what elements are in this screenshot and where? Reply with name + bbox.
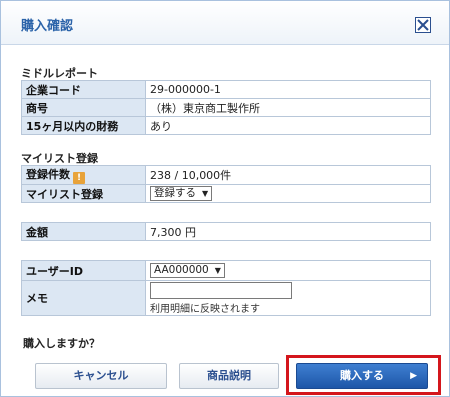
registered-count-value: 238 / 10,000件: [145, 165, 431, 185]
report-section-title: ミドルレポート: [21, 67, 98, 80]
financials-label: 15ヶ月以内の財務: [21, 116, 146, 135]
user-table: ユーザーID AA000000 ▼ メモ 利用明細に反映されます: [21, 260, 431, 316]
mylist-section-title: マイリスト登録: [21, 152, 98, 165]
purchase-question: 購入しますか？: [23, 337, 100, 350]
table-row: ユーザーID AA000000 ▼: [21, 260, 431, 281]
chevron-down-icon: ▼: [202, 189, 209, 198]
report-table: 企業コード 29-000000-1 商号 （株）東京商工製作所 15ヶ月以内の財…: [21, 80, 431, 135]
table-row: 15ヶ月以内の財務 あり: [21, 116, 431, 135]
cancel-button[interactable]: キャンセル: [35, 363, 167, 389]
mylist-register-selected: 登録する: [154, 187, 196, 199]
product-description-button[interactable]: 商品説明: [179, 363, 279, 389]
dialog-title: 購入確認: [21, 19, 74, 34]
memo-note: 利用明細に反映されます: [150, 304, 260, 315]
table-row: メモ 利用明細に反映されます: [21, 280, 431, 316]
chevron-right-icon: ▶: [410, 371, 417, 381]
mylist-register-select[interactable]: 登録する ▼: [150, 186, 213, 201]
memo-input[interactable]: [150, 282, 292, 299]
company-code-label: 企業コード: [21, 80, 146, 99]
user-id-select[interactable]: AA000000 ▼: [150, 263, 225, 278]
registered-count-label-text: 登録件数: [26, 168, 70, 181]
purchase-button[interactable]: 購入する ▶: [296, 363, 428, 389]
purchase-button-label: 購入する: [340, 369, 384, 382]
user-id-label: ユーザーID: [21, 260, 146, 281]
table-row: 商号 （株）東京商工製作所: [21, 98, 431, 117]
financials-value: あり: [145, 116, 431, 135]
amount-value: 7,300 円: [145, 222, 431, 241]
chevron-down-icon: ▼: [214, 266, 221, 275]
dialog-titlebar: 購入確認: [1, 1, 449, 45]
trade-name-label: 商号: [21, 98, 146, 117]
amount-table: 金額 7,300 円: [21, 222, 431, 241]
table-row: 金額 7,300 円: [21, 222, 431, 241]
mylist-register-cell: 登録する ▼: [145, 184, 431, 203]
amount-label: 金額: [21, 222, 146, 241]
memo-cell: 利用明細に反映されます: [145, 280, 431, 316]
mylist-register-label: マイリスト登録: [21, 184, 146, 203]
table-row: マイリスト登録 登録する ▼: [21, 184, 431, 203]
close-icon[interactable]: [415, 17, 431, 33]
company-code-value: 29-000000-1: [145, 80, 431, 99]
user-id-selected: AA000000: [154, 264, 209, 276]
registered-count-label: 登録件数!: [21, 165, 146, 185]
warning-icon[interactable]: !: [73, 172, 85, 184]
purchase-confirm-dialog: 購入確認 ミドルレポート 企業コード 29-000000-1 商号 （株）東京商…: [0, 0, 450, 397]
user-id-cell: AA000000 ▼: [145, 260, 431, 281]
memo-label: メモ: [21, 280, 146, 316]
trade-name-value: （株）東京商工製作所: [145, 98, 431, 117]
table-row: 登録件数! 238 / 10,000件: [21, 165, 431, 185]
table-row: 企業コード 29-000000-1: [21, 80, 431, 99]
mylist-table: 登録件数! 238 / 10,000件 マイリスト登録 登録する ▼: [21, 165, 431, 203]
